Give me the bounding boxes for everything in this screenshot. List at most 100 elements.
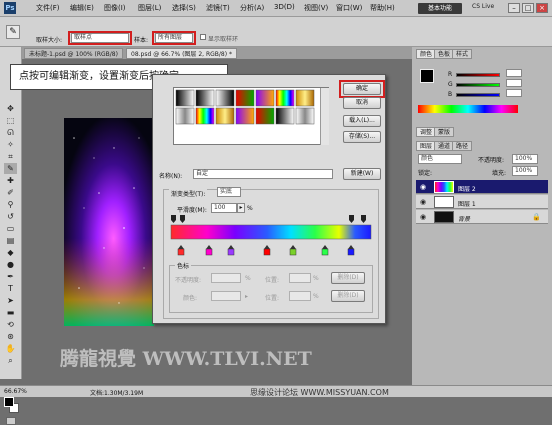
layer-thumbnail xyxy=(434,196,454,208)
new-button[interactable]: 新建(W) xyxy=(343,168,381,180)
menu-window[interactable]: 窗口(W) xyxy=(336,3,362,13)
tab-adjustments[interactable]: 调整 xyxy=(416,127,437,137)
workspace-button[interactable]: 基本功能 xyxy=(418,3,462,14)
brush-tool-icon[interactable]: ✐ xyxy=(4,187,17,198)
blue-value-field[interactable] xyxy=(506,89,522,97)
menu-select[interactable]: 选择(S) xyxy=(172,3,196,13)
menu-filter[interactable]: 滤镜(T) xyxy=(206,3,230,13)
red-value-field[interactable] xyxy=(506,69,522,77)
marquee-tool-icon[interactable]: ⬚ xyxy=(4,115,17,126)
visibility-eye-icon[interactable]: ◉ xyxy=(420,213,428,221)
opacity-stops[interactable] xyxy=(171,215,366,223)
load-button[interactable]: 载入(L)... xyxy=(343,115,381,127)
cancel-button[interactable]: 取消 xyxy=(343,97,381,109)
layer-thumbnail xyxy=(434,181,454,193)
tab-channels[interactable]: 通道 xyxy=(434,141,455,151)
gradient-type-select[interactable]: 实底 xyxy=(217,187,241,197)
menu-3d[interactable]: 3D(D) xyxy=(274,3,295,11)
visibility-eye-icon[interactable]: ◉ xyxy=(420,183,428,191)
layer-opacity-input[interactable]: 100% xyxy=(512,154,538,164)
tab-masks[interactable]: 蒙版 xyxy=(434,127,455,137)
green-value-field[interactable] xyxy=(506,79,522,87)
menu-file[interactable]: 文件(F) xyxy=(36,3,60,13)
eyedropper-tool-preset-icon[interactable]: ✎ xyxy=(6,25,20,39)
tab-swatches[interactable]: 色板 xyxy=(434,49,455,59)
quick-select-tool-icon[interactable]: ✧ xyxy=(4,139,17,150)
lock-label: 锁定: xyxy=(418,170,433,177)
foreground-color-swatch[interactable] xyxy=(4,397,14,407)
tab-paths[interactable]: 路径 xyxy=(452,141,473,151)
pen-tool-icon[interactable]: ✒ xyxy=(4,271,17,282)
tab-document-2[interactable]: 08.psd @ 66.7% (图层 2, RGB/8) * xyxy=(126,48,237,59)
menu-image[interactable]: 图像(I) xyxy=(104,3,126,13)
tab-styles[interactable]: 样式 xyxy=(452,49,473,59)
3d-orbit-tool-icon[interactable]: ⊛ xyxy=(4,331,17,342)
menu-analysis[interactable]: 分析(A) xyxy=(240,3,264,13)
fill-input[interactable]: 100% xyxy=(512,166,538,176)
shape-tool-icon[interactable]: ▬ xyxy=(4,307,17,318)
clone-stamp-tool-icon[interactable]: ⚲ xyxy=(4,199,17,210)
blur-tool-icon[interactable]: ◆ xyxy=(4,247,17,258)
tab-layers[interactable]: 图层 xyxy=(416,141,437,151)
hand-tool-icon[interactable]: ✋ xyxy=(4,343,17,354)
gradient-editor-dialog: 确定 取消 载入(L)... 存储(S)... 名称(N): 自定 新建(W) … xyxy=(152,74,386,324)
quick-mask-icon[interactable] xyxy=(6,417,16,425)
color-stops[interactable] xyxy=(177,245,355,256)
3d-rotate-tool-icon[interactable]: ⟲ xyxy=(4,319,17,330)
history-brush-tool-icon[interactable]: ↺ xyxy=(4,211,17,222)
document-info: 文档:1.30M/3.19M xyxy=(90,390,144,397)
name-input[interactable]: 自定 xyxy=(193,169,333,179)
menu-help[interactable]: 帮助(H) xyxy=(370,3,395,13)
minimize-button[interactable]: – xyxy=(508,3,520,13)
layer-row-1[interactable]: ◉ 图层 1 xyxy=(416,195,548,209)
zoom-level[interactable]: 66.67% xyxy=(4,388,27,395)
sample-size-label: 取样大小: xyxy=(36,37,63,44)
type-tool-icon[interactable]: T xyxy=(4,283,17,294)
show-ring-checkbox[interactable] xyxy=(200,34,206,40)
path-select-tool-icon[interactable]: ➤ xyxy=(4,295,17,306)
menu-layer[interactable]: 图层(L) xyxy=(138,3,161,13)
gradient-bar[interactable] xyxy=(169,213,375,261)
name-label: 名称(N): xyxy=(159,173,183,180)
red-slider[interactable] xyxy=(456,73,500,77)
sample-size-select[interactable]: 取样点 xyxy=(71,33,129,43)
green-label: G xyxy=(448,81,453,88)
presets-swatches xyxy=(175,89,315,125)
save-button[interactable]: 存储(S)... xyxy=(343,131,381,143)
maximize-button[interactable]: □ xyxy=(522,3,534,13)
layer-row-background[interactable]: ◉ 背景 🔒 xyxy=(416,210,548,224)
green-slider[interactable] xyxy=(456,83,500,87)
blend-mode-select[interactable]: 颜色 xyxy=(418,154,462,164)
cs-live-button[interactable]: CS Live xyxy=(472,3,494,10)
gradient-tool-icon[interactable]: ▤ xyxy=(4,235,17,246)
eraser-tool-icon[interactable]: ▭ xyxy=(4,223,17,234)
presets-scrollbar[interactable] xyxy=(320,88,329,145)
dodge-tool-icon[interactable]: ● xyxy=(4,259,17,270)
smoothness-input[interactable]: 100 xyxy=(211,203,237,213)
menu-view[interactable]: 视图(V) xyxy=(304,3,328,13)
ok-button[interactable]: 确定 xyxy=(343,83,381,95)
eyedropper-tool-icon[interactable]: ✎ xyxy=(4,163,17,174)
sample-highlight: 所有图层 xyxy=(152,31,196,45)
sample-label: 样本: xyxy=(134,37,149,44)
healing-brush-tool-icon[interactable]: ✚ xyxy=(4,175,17,186)
color-panel-foreground-swatch[interactable] xyxy=(420,69,434,83)
close-button[interactable]: × xyxy=(536,3,548,13)
options-bar: ✎ 取样大小: 取样点 样本: 所有图层 显示取样环 xyxy=(0,17,552,47)
visibility-eye-icon[interactable]: ◉ xyxy=(420,198,428,206)
stop-opacity-location-label: 位置: xyxy=(265,277,280,284)
sample-select[interactable]: 所有图层 xyxy=(155,33,193,43)
layer-row-2[interactable]: ◉ 图层 2 xyxy=(416,180,548,194)
tab-color[interactable]: 颜色 xyxy=(416,49,437,59)
show-ring-label: 显示取样环 xyxy=(208,36,239,43)
move-tool-icon[interactable]: ✥ xyxy=(4,103,17,114)
zoom-tool-icon[interactable]: ⌕ xyxy=(4,355,17,366)
smoothness-arrow-icon[interactable]: ▸ xyxy=(237,203,245,213)
document-canvas[interactable] xyxy=(64,118,154,326)
menu-edit[interactable]: 编辑(E) xyxy=(70,3,94,13)
lasso-tool-icon[interactable]: ᘏ xyxy=(4,127,17,138)
color-spectrum-bar[interactable] xyxy=(418,105,518,113)
crop-tool-icon[interactable]: ⌗ xyxy=(4,151,17,162)
blue-slider[interactable] xyxy=(456,93,500,97)
tab-document-1[interactable]: 未标题-1.psd @ 100% (RGB/8) xyxy=(24,48,123,59)
